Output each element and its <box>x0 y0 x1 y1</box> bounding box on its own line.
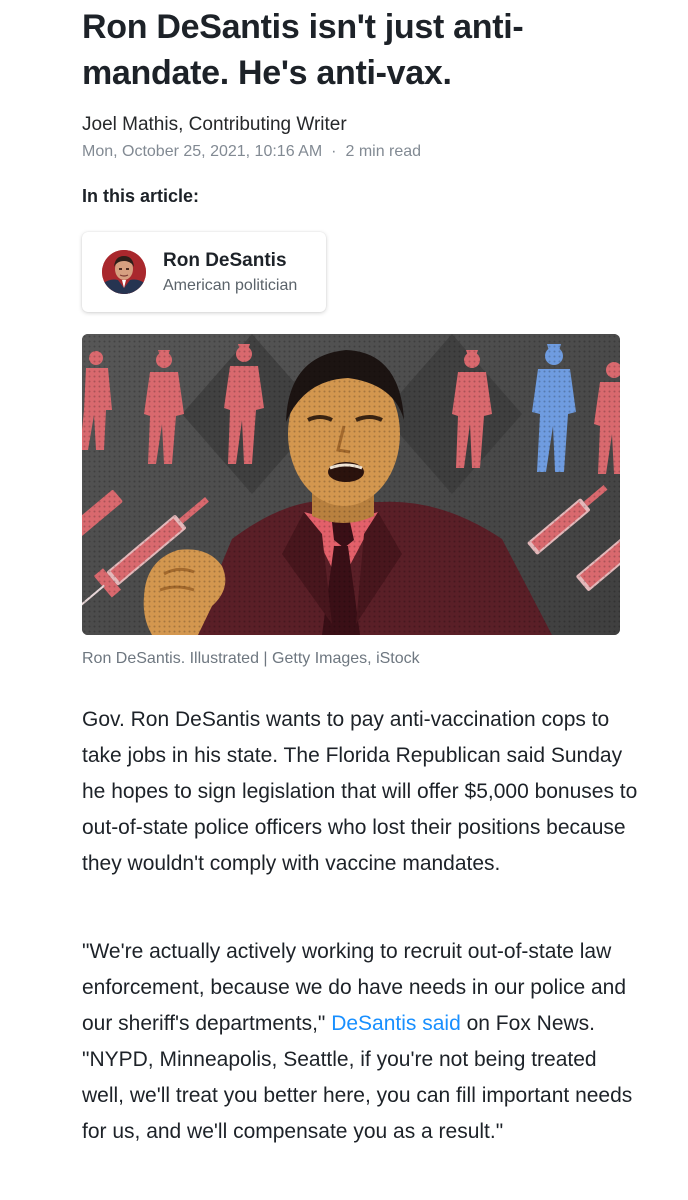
article-headline: Ron DeSantis isn't just anti-mandate. He… <box>82 8 524 92</box>
entity-description: American politician <box>163 277 298 294</box>
paragraph-2: "We're actually actively working to recr… <box>82 934 642 1150</box>
publish-date: Mon, October 25, 2021, 10:16 AM <box>82 143 323 160</box>
paragraph-1: Gov. Ron DeSantis wants to pay anti-vacc… <box>82 708 638 875</box>
article-meta: Mon, October 25, 2021, 10:16 AM · 2 min re… <box>82 141 421 163</box>
illustrated-photo-collage <box>82 334 620 635</box>
entity-card-ron-desantis[interactable]: Ron DeSantis American politician <box>82 232 326 312</box>
desantis-said-link[interactable]: DeSantis said <box>331 1012 461 1035</box>
meta-separator: · <box>331 143 337 160</box>
read-time: 2 min read <box>345 143 422 160</box>
entity-name: Ron DeSantis <box>163 250 287 271</box>
author-byline[interactable]: Joel Mathis, Contributing Writer <box>82 112 347 138</box>
hero-image[interactable] <box>82 334 620 635</box>
in-this-article-label: In this article: <box>82 186 200 206</box>
image-caption: Ron DeSantis. Illustrated | Getty Images… <box>82 650 420 667</box>
person-portrait-icon <box>102 250 146 294</box>
